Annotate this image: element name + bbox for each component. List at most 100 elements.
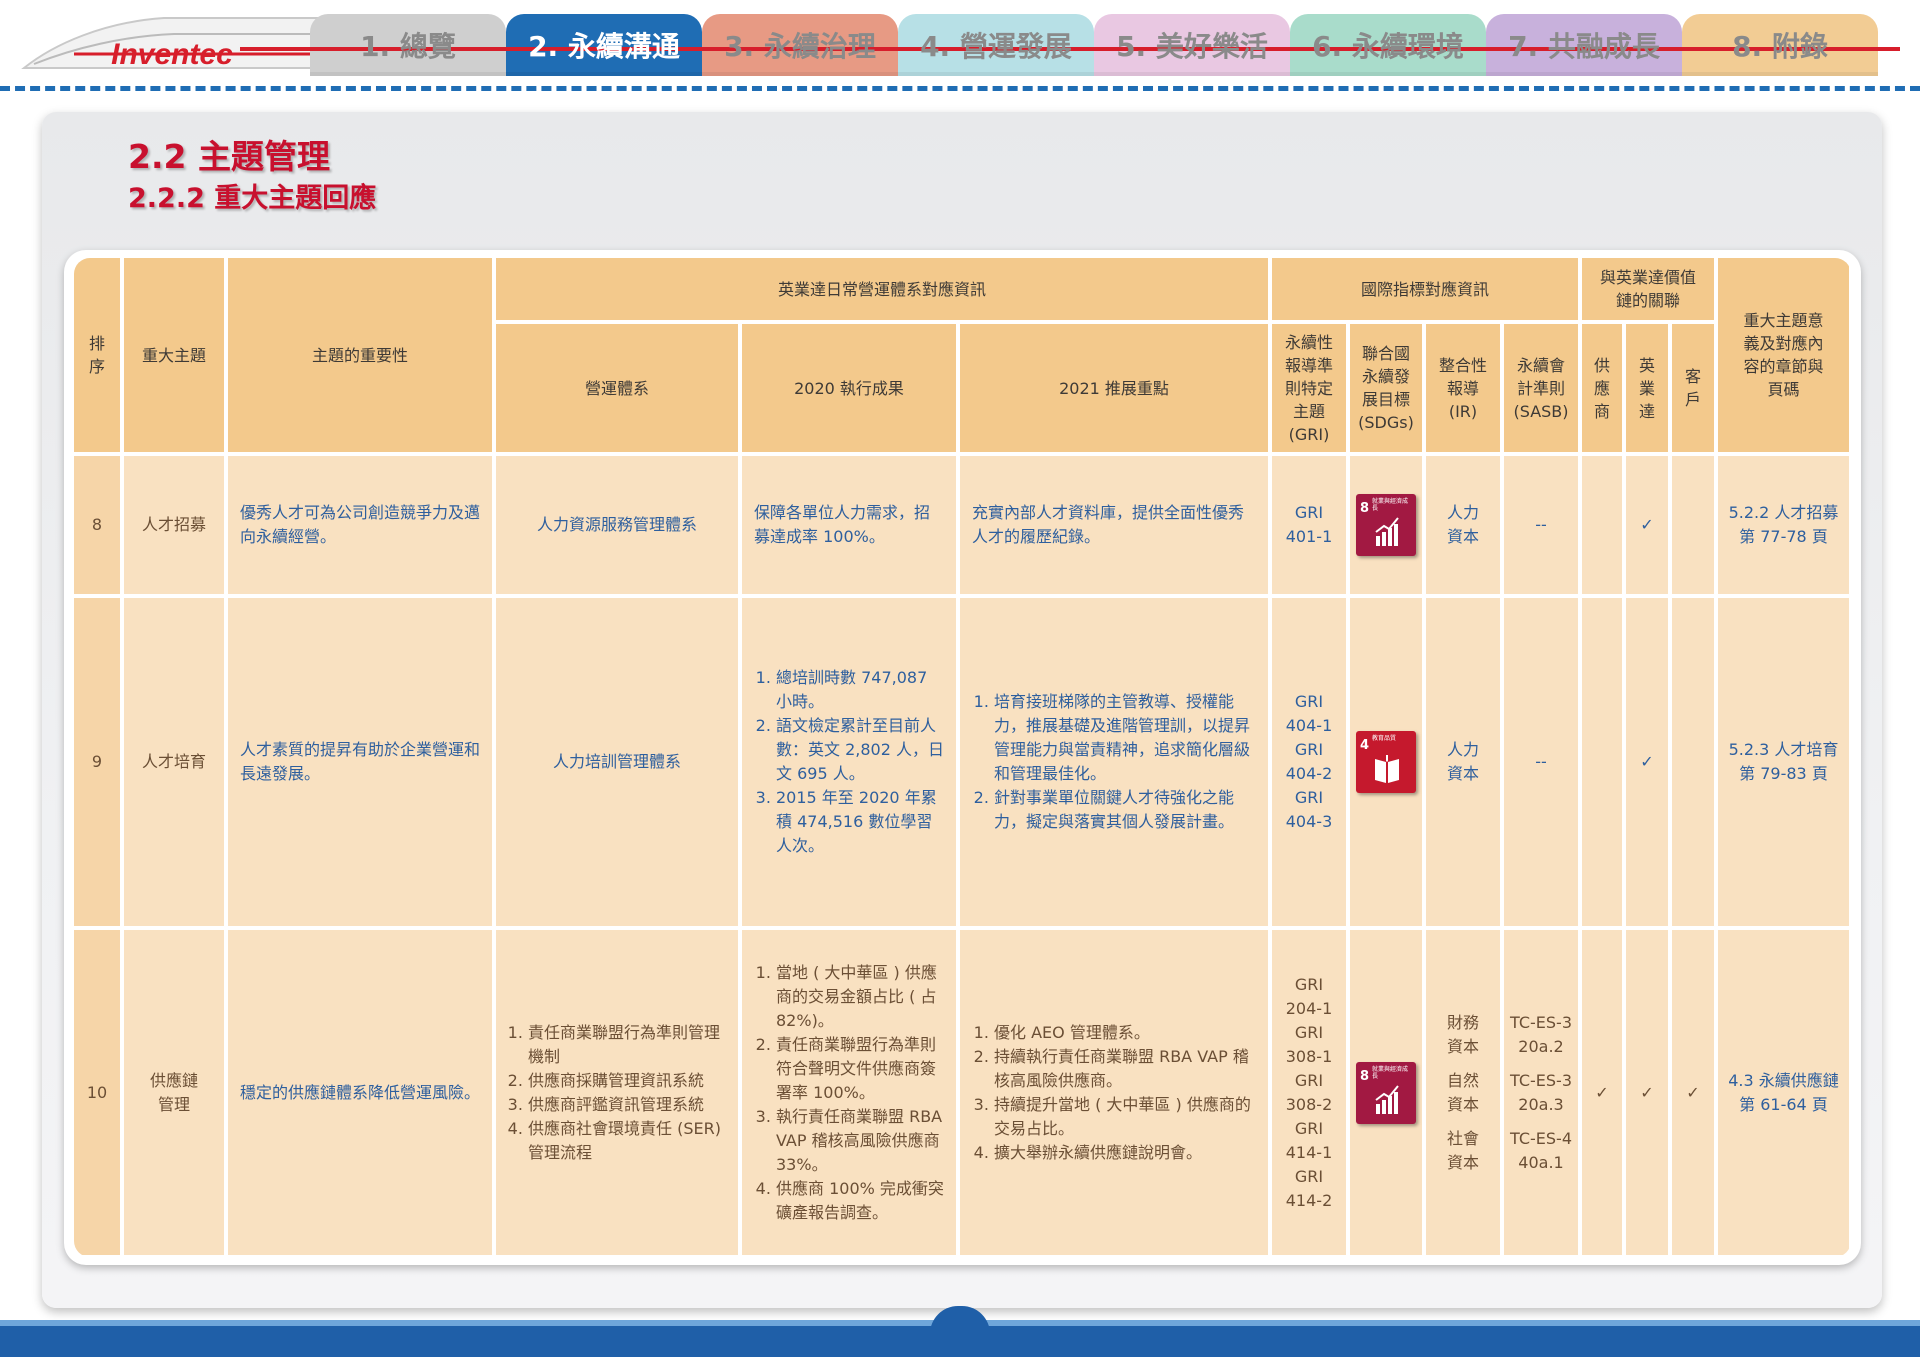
header-customer: 客戶	[1672, 324, 1714, 452]
ir-group-line: 資本	[1446, 1152, 1479, 1172]
list-item: 針對事業單位關鍵人才待強化之能力，擬定與落實其個人發展計畫。	[994, 786, 1256, 834]
row-system: 責任商業聯盟行為準則管理機制供應商採購管理資訊系統供應商評鑑資訊管理系統供應商社…	[496, 930, 738, 1255]
gri-codes-line: GRI	[1294, 1166, 1324, 1186]
gri-codes-line: GRI	[1294, 1022, 1324, 1042]
gri-codes-line: 404-1	[1285, 716, 1333, 735]
row-result-2020: 總培訓時數 747,087 小時。語文檢定累計至目前人數：英文 2,802 人，…	[742, 598, 956, 926]
row-focus-2021: 優化 AEO 管理體系。持續執行責任商業聯盟 RBA VAP 稽核高風險供應商。…	[960, 930, 1268, 1255]
ir-text-line: 人力	[1446, 740, 1479, 759]
tab-label: 4. 營運發展	[920, 30, 1072, 63]
ir-text-line: 資本	[1446, 527, 1479, 546]
chapter-ref: 4.3 永續供應鏈第 61-64 頁	[1728, 1069, 1839, 1117]
header-group-inventec: 英業達日常營運體系對應資訊	[496, 258, 1268, 320]
header-focus-2021: 2021 推展重點	[960, 324, 1268, 452]
focus-list: 優化 AEO 管理體系。持續執行責任商業聯盟 RBA VAP 稽核高風險供應商。…	[972, 1021, 1256, 1165]
header-sasb: 永續會計準則(SASB)	[1504, 324, 1578, 452]
sdg-number: 8	[1360, 501, 1370, 516]
gri-codes: GRI 401-1	[1286, 501, 1333, 549]
footer-bar	[0, 1326, 1920, 1357]
list-item: 執行責任商業聯盟 RBA VAP 稽核高風險供應商 33%。	[776, 1105, 944, 1177]
growth-chart-icon	[1375, 1084, 1399, 1114]
sasb-code: TC-ES-320a.2	[1510, 1012, 1572, 1056]
ir-group: 社會 資本	[1447, 1127, 1479, 1175]
tab-section-7[interactable]: 7. 共融成長	[1486, 14, 1682, 76]
tab-section-2[interactable]: 2. 永續溝通	[506, 14, 702, 76]
list-item: 責任商業聯盟行為準則管理機制	[528, 1021, 726, 1069]
list-item: 持續執行責任商業聯盟 RBA VAP 稽核高風險供應商。	[994, 1045, 1256, 1093]
row-focus-2021: 培育接班梯隊的主管教導、授權能力，推展基礎及進階管理訓，以提昇管理能力與當責精神…	[960, 598, 1268, 926]
header-chapter: 重大主題意義及對應內容的章節與頁碼	[1718, 258, 1849, 452]
list-item: 供應商評鑑資訊管理系統	[528, 1093, 726, 1117]
header-supplier: 供應商	[1582, 324, 1622, 452]
row-result-2020: 保障各單位人力需求，招募達成率 100%。	[742, 456, 956, 594]
row-ir: 人力 資本	[1426, 456, 1500, 594]
header-inventec-label: 英業達	[1638, 355, 1655, 421]
header-result-2020: 2020 執行成果	[742, 324, 956, 452]
gri-codes-line: 401-1	[1285, 527, 1333, 546]
section-tabs: 1. 總覽 2. 永續溝通 3. 永續治理 4. 營運發展 5. 美好樂活 6. 永續環境…	[310, 14, 1878, 78]
row-topic: 供應鏈 管理	[124, 930, 224, 1255]
chapter-ref: 5.2.2 人才招募第 77-78 頁	[1729, 501, 1839, 549]
ir-group: 財務 資本	[1447, 1011, 1479, 1059]
growth-chart-icon	[1375, 517, 1399, 546]
row-sdg: 4 教育品質	[1350, 598, 1422, 926]
row-inventec-check: ✓	[1626, 930, 1668, 1255]
sdg-number: 4	[1360, 738, 1370, 753]
row-ir: 人力 資本	[1426, 598, 1500, 926]
row-sasb: --	[1504, 598, 1578, 926]
gri-codes: GRI 204-1 GRI 308-1 GRI 308-2 GRI 414-1 GRI 414-2	[1286, 973, 1333, 1213]
sdg-8-badge: 8 就業與經濟成長	[1356, 1061, 1416, 1124]
header-sdgs: 聯合國永續發展目標(SDGs)	[1350, 324, 1422, 452]
result-text: 保障各單位人力需求，招募達成率 100%。	[754, 501, 944, 549]
row-chapter: 5.2.2 人才招募第 77-78 頁	[1718, 456, 1849, 594]
row-importance: 人才素質的提昇有助於企業營運和長遠發展。	[228, 598, 492, 926]
header-group-value: 與英業達價值鏈的關聯	[1582, 258, 1714, 320]
tab-section-4[interactable]: 4. 營運發展	[898, 14, 1094, 76]
tab-section-6[interactable]: 6. 永續環境	[1290, 14, 1486, 76]
result-list: 當地 ( 大中華區 ) 供應商的交易金額占比 ( 占 82%)。責任商業聯盟行為…	[754, 961, 944, 1225]
header-rank-label: 排序	[88, 334, 105, 376]
ir-group: 自然 資本	[1447, 1069, 1479, 1117]
chapter-ref-line: 第 61-64 頁	[1739, 1094, 1828, 1114]
tab-section-8[interactable]: 8. 附錄	[1682, 14, 1878, 76]
chapter-ref-line: 第 79-83 頁	[1739, 764, 1828, 783]
ir-group-line: 資本	[1446, 1036, 1479, 1056]
list-item: 責任商業聯盟行為準則符合聲明文件供應商簽署率 100%。	[776, 1033, 944, 1105]
header-system: 營運體系	[496, 324, 738, 452]
list-item: 供應商 100% 完成衝突礦產報告調查。	[776, 1177, 944, 1225]
row-sasb: --	[1504, 456, 1578, 594]
sasb-code: TC-ES-440a.1	[1510, 1128, 1572, 1172]
header-supplier-label: 供應商	[1593, 355, 1610, 421]
row-ir: 財務 資本自然 資本社會 資本	[1426, 930, 1500, 1255]
gri-codes-line: GRI	[1294, 692, 1324, 711]
row-system: 人力培訓管理體系	[496, 598, 738, 926]
row-sdg: 8 就業與經濟成長	[1350, 456, 1422, 594]
page-subtitle: 2.2.2 重大主題回應	[128, 183, 377, 214]
list-item: 語文檢定累計至目前人數：英文 2,802 人，日文 695 人。	[776, 714, 944, 786]
row-system: 人力資源服務管理體系	[496, 456, 738, 594]
tab-label: 3. 永續治理	[724, 30, 876, 63]
tab-section-5[interactable]: 5. 美好樂活	[1094, 14, 1290, 76]
chapter-ref-line: 5.2.3 人才培育	[1728, 740, 1839, 759]
tab-section-1[interactable]: 1. 總覽	[310, 14, 506, 76]
sdg-label: 就業與經濟成長	[1372, 1065, 1409, 1080]
sasb-codes: TC-ES-320a.2 TC-ES-320a.3 TC-ES-440a.1	[1504, 1001, 1578, 1185]
gri-codes-line: 308-1	[1285, 1046, 1333, 1066]
tab-label: 6. 永續環境	[1312, 30, 1464, 63]
gri-codes-line: GRI	[1294, 974, 1324, 994]
sasb-text: --	[1535, 513, 1547, 537]
header-rank: 排序	[74, 258, 120, 452]
sdg-8-badge: 8 就業與經濟成長	[1356, 494, 1416, 556]
system-list: 責任商業聯盟行為準則管理機制供應商採購管理資訊系統供應商評鑑資訊管理系統供應商社…	[506, 1021, 726, 1165]
tab-label: 7. 共融成長	[1508, 30, 1660, 63]
tab-section-3[interactable]: 3. 永續治理	[702, 14, 898, 76]
list-item: 擴大舉辦永續供應鏈說明會。	[994, 1141, 1256, 1165]
tab-label: 1. 總覽	[360, 30, 456, 63]
gri-codes-line: GRI	[1294, 1070, 1324, 1090]
header-topic: 重大主題	[124, 258, 224, 452]
list-item: 持續提升當地 ( 大中華區 ) 供應商的交易占比。	[994, 1093, 1256, 1141]
chapter-ref: 5.2.3 人才培育第 79-83 頁	[1729, 738, 1839, 786]
gri-codes-line: 308-2	[1285, 1094, 1333, 1114]
material-topics-table: 排序 重大主題 主題的重要性 英業達日常營運體系對應資訊 國際指標對應資訊 與英業達價值鏈…	[64, 250, 1861, 1265]
row-supplier-check	[1582, 598, 1622, 926]
